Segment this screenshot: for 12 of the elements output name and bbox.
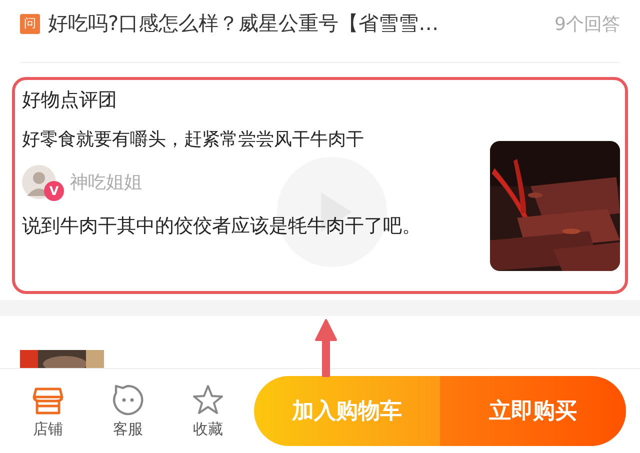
tab-item[interactable]: 店铺	[8, 384, 88, 439]
star-icon	[192, 384, 224, 416]
review-headline[interactable]: 好零食就要有嚼头，赶紧常尝尝风干牛肉干	[22, 126, 490, 151]
chat-face-icon	[112, 384, 144, 416]
arrow-annotation	[314, 318, 338, 378]
review-body: 说到牛肉干其中的佼佼者应该是牦牛肉干了吧。	[22, 214, 422, 239]
tab-item[interactable]: 收藏	[168, 384, 248, 439]
question-badge: 问	[20, 14, 40, 34]
tab-item[interactable]: 客服	[88, 384, 168, 439]
question-text[interactable]: 好吃吗?口感怎么样？威星公重号【省雪雪…	[48, 10, 555, 38]
verified-badge: V	[44, 180, 64, 201]
review-source: 好物点评团	[22, 88, 118, 113]
